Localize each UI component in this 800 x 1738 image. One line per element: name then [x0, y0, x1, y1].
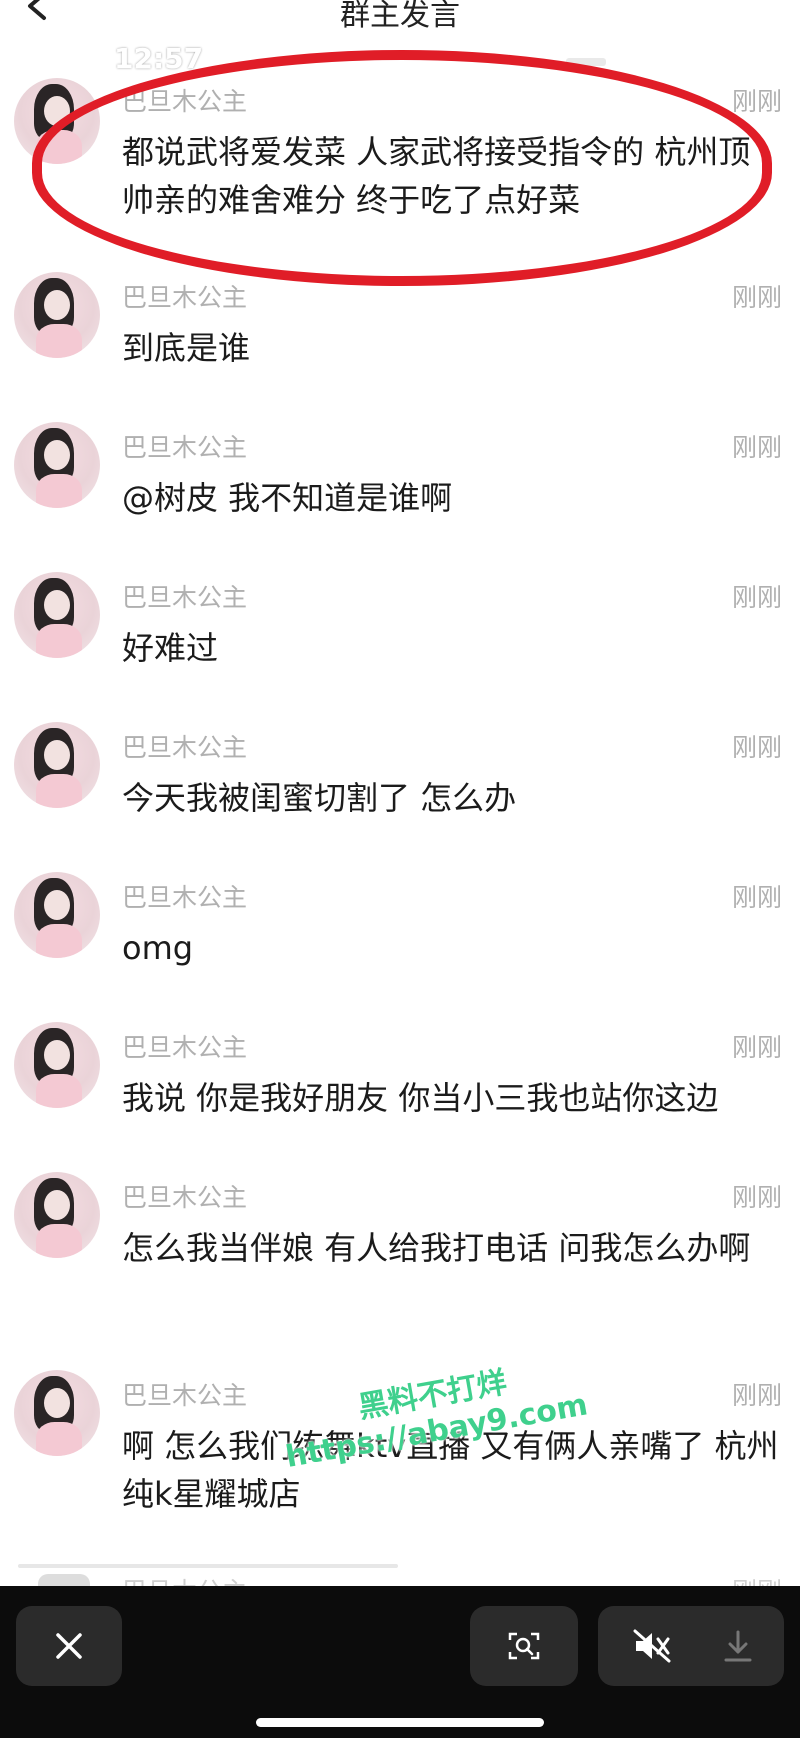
message-time-partial: 刚刚	[732, 1572, 782, 1586]
sender-name-partial: 巴旦木公主	[122, 1572, 247, 1586]
avatar[interactable]	[14, 1370, 100, 1456]
message-text: 怎么我当伴娘 有人给我打电话 问我怎么办啊	[122, 1229, 751, 1267]
media-controls	[598, 1606, 784, 1686]
message-time: 刚刚	[731, 87, 782, 116]
sender-name: 巴旦木公主	[122, 583, 248, 612]
message-time: 刚刚	[731, 1183, 782, 1212]
message-list[interactable]: 巴旦木公主 刚刚 都说武将爱发菜 人家武将接受指令的 杭州顶帅亲的难舍难分 终于…	[0, 0, 800, 1588]
message-text: 到底是谁	[122, 329, 251, 367]
avatar[interactable]	[14, 572, 100, 658]
status-indicator	[566, 58, 606, 66]
avatar[interactable]	[14, 272, 100, 358]
sender-name: 巴旦木公主	[122, 283, 248, 312]
message-time: 刚刚	[731, 1381, 782, 1410]
message-time: 刚刚	[731, 1033, 782, 1062]
sender-name: 巴旦木公主	[122, 1381, 248, 1410]
sender-name: 巴旦木公主	[122, 1033, 248, 1062]
message-time: 刚刚	[731, 883, 782, 912]
message-time: 刚刚	[731, 433, 782, 462]
speaker-muted-icon[interactable]	[632, 1628, 672, 1664]
sender-name: 巴旦木公主	[122, 433, 248, 462]
close-icon	[56, 1633, 82, 1659]
message-time: 刚刚	[731, 283, 782, 312]
avatar[interactable]	[14, 1172, 100, 1258]
message-time: 刚刚	[731, 733, 782, 762]
avatar[interactable]	[14, 1022, 100, 1108]
sender-name: 巴旦木公主	[122, 733, 248, 762]
message-text: omg	[122, 929, 194, 967]
download-icon[interactable]	[720, 1628, 756, 1664]
avatar[interactable]	[14, 78, 100, 164]
message-time: 刚刚	[731, 583, 782, 612]
sender-name: 巴旦木公主	[122, 1183, 248, 1212]
scan-text-button[interactable]	[470, 1606, 578, 1686]
close-button[interactable]	[16, 1606, 122, 1686]
scroll-indicator	[18, 1564, 398, 1568]
avatar[interactable]	[14, 422, 100, 508]
sender-name: 巴旦木公主	[122, 87, 248, 116]
message-text: 都说武将爱发菜 人家武将接受指令的 杭州顶帅亲的难舍难分 终于吃了点好菜	[122, 133, 751, 219]
bottom-media-bar	[0, 1586, 800, 1738]
message-text: @树皮 我不知道是谁啊	[122, 479, 453, 517]
message-text: 好难过	[122, 629, 219, 667]
avatar[interactable]	[14, 722, 100, 808]
message-text: 我说 你是我好朋友 你当小三我也站你这边	[122, 1079, 719, 1117]
avatar[interactable]	[14, 872, 100, 958]
status-time: 12:57	[114, 42, 204, 75]
home-indicator[interactable]	[256, 1718, 544, 1727]
sender-name: 巴旦木公主	[122, 883, 248, 912]
message-text: 今天我被闺蜜切割了 怎么办	[122, 779, 517, 817]
scan-text-icon	[508, 1632, 540, 1660]
